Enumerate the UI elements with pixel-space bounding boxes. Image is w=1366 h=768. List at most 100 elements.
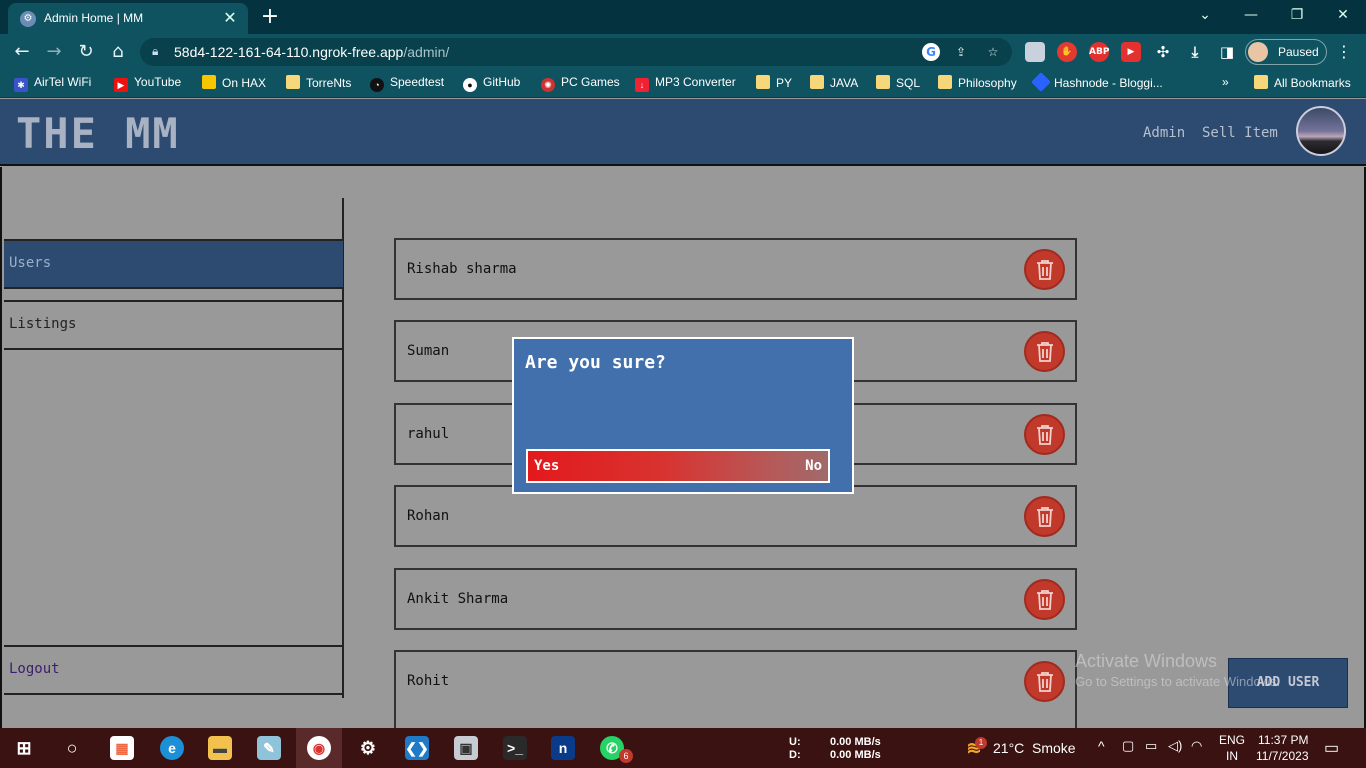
delete-user-button[interactable] (1024, 579, 1065, 620)
trash-icon (1037, 260, 1053, 280)
folder-icon (938, 75, 952, 89)
home-icon[interactable]: ⌂ (106, 40, 130, 64)
minimize-icon[interactable]: — (1228, 0, 1274, 30)
weather-desc: Smoke (1032, 740, 1076, 756)
tab-search-icon[interactable]: ⌄ (1182, 0, 1228, 30)
sidebar-item-logout[interactable]: Logout (4, 645, 343, 695)
folder-icon (876, 75, 890, 89)
trash-icon (1037, 342, 1053, 362)
notifications-icon[interactable]: ▭ (1324, 738, 1339, 758)
abp-icon[interactable]: ABP (1089, 42, 1109, 62)
adblock-icon[interactable]: ✋ (1057, 42, 1077, 62)
profile-button[interactable]: Paused (1245, 39, 1327, 65)
video-downloader-icon[interactable]: ▶ (1121, 42, 1141, 62)
sidebar-item-listings[interactable]: Listings (4, 300, 343, 350)
edge-icon[interactable]: e (160, 736, 184, 760)
new-tab-button[interactable]: + (258, 5, 282, 29)
nav-sell-item-link[interactable]: Sell Item (1202, 125, 1278, 141)
back-icon[interactable]: ← (10, 40, 34, 64)
bookmark-airtel[interactable]: ✱ AirTel WiFi (14, 75, 91, 93)
file-explorer-icon[interactable]: ▬ (208, 736, 232, 760)
url-text: 58d4-122-161-64-110.ngrok-free.app/admin… (174, 44, 450, 60)
browser-menu-icon[interactable]: ⋮ (1336, 42, 1352, 61)
chrome-icon[interactable]: ◉ (307, 736, 331, 760)
confirm-no-button[interactable]: No (805, 458, 822, 474)
windows-taskbar: ⊞ ○ ▦ e ▬ ✎ ◉ ⚙ ❮❯ ▣ >_ n ✆ 6 U: D: 0.00… (0, 728, 1366, 768)
bookmark-pc-games[interactable]: ✺ PC Games (541, 75, 620, 93)
browser-tab-active[interactable]: ⚙ Admin Home | MM ✕ (8, 3, 248, 34)
notes-app-icon[interactable]: ✎ (257, 736, 281, 760)
bookmark-all-bookmarks[interactable]: All Bookmarks (1254, 75, 1351, 93)
delete-user-button[interactable] (1024, 414, 1065, 455)
windows-start-icon[interactable]: ⊞ (12, 736, 36, 760)
tray-device-icon[interactable]: ▢ (1122, 738, 1134, 754)
confirm-yes-button[interactable]: Yes (534, 458, 559, 474)
bookmark-onhax[interactable]: On HAX (202, 75, 266, 93)
user-name: Rohit (407, 673, 450, 689)
delete-user-button[interactable] (1024, 661, 1065, 702)
site-favicon-icon: ⚙ (20, 11, 36, 27)
bookmark-youtube[interactable]: ▶ YouTube (114, 75, 181, 93)
user-avatar[interactable] (1296, 106, 1346, 156)
bookmark-torrents[interactable]: TorreNts (286, 75, 351, 93)
reload-icon[interactable]: ↻ (74, 40, 98, 64)
site-logo[interactable]: THE MM (16, 109, 180, 158)
tray-chevron-up-icon[interactable]: ^ (1098, 738, 1105, 754)
tab-close-icon[interactable]: ✕ (220, 8, 240, 28)
settings-gear-icon[interactable]: ⚙ (356, 736, 380, 760)
bookmark-java[interactable]: JAVA (810, 75, 858, 93)
sidebar-item-users[interactable]: Users (4, 239, 343, 289)
nordpass-icon[interactable]: n (551, 736, 575, 760)
user-name: Rohan (407, 508, 450, 524)
weather-temp: 21°C (993, 740, 1025, 756)
wifi-icon[interactable]: ◠ (1191, 738, 1202, 754)
hashnode-icon (1031, 72, 1051, 92)
download-icon[interactable]: ⤓ (1185, 42, 1205, 62)
bookmarks-overflow-icon[interactable]: » (1222, 75, 1229, 93)
bookmark-mp3-converter[interactable]: ↓ MP3 Converter (635, 75, 736, 93)
bookmark-py[interactable]: PY (756, 75, 792, 93)
delete-user-button[interactable] (1024, 331, 1065, 372)
site-header: THE MM Admin Sell Item (0, 99, 1366, 166)
language-code[interactable]: ENG (1219, 733, 1245, 747)
share-icon[interactable]: ⇪ (952, 43, 970, 61)
sidebar-item-label: Logout (9, 661, 60, 677)
browser-tab-strip: ⚙ Admin Home | MM ✕ + ⌄ — ❐ ✕ (0, 0, 1366, 34)
side-panel-icon[interactable]: ◨ (1217, 42, 1237, 62)
restore-icon[interactable]: ❐ (1274, 0, 1320, 30)
delete-user-button[interactable] (1024, 496, 1065, 537)
user-name: Ankit Sharma (407, 591, 509, 607)
mp3-converter-icon: ↓ (635, 78, 649, 92)
youtube-icon: ▶ (114, 78, 128, 92)
confirm-dialog: Are you sure? Yes No (512, 337, 854, 494)
extension-icon[interactable] (1025, 42, 1045, 62)
volume-icon[interactable]: ◁) (1168, 738, 1182, 754)
search-circle-icon[interactable]: ○ (60, 736, 84, 760)
window-close-icon[interactable]: ✕ (1320, 0, 1366, 30)
watermark-title: Activate Windows (1075, 651, 1218, 671)
bookmark-philosophy[interactable]: Philosophy (938, 75, 1017, 93)
address-bar[interactable]: 🔒︎ 58d4-122-161-64-110.ngrok-free.app/ad… (140, 38, 1012, 66)
extensions-puzzle-icon[interactable]: ✣ (1153, 42, 1173, 62)
google-lens-icon[interactable]: G (922, 43, 940, 61)
user-row: Rohan (394, 485, 1077, 547)
bookmark-speedtest[interactable]: ◔ Speedtest (370, 75, 444, 93)
ms-store-icon[interactable]: ▦ (110, 736, 134, 760)
terminal-icon[interactable]: >_ (503, 736, 527, 760)
bookmark-star-icon[interactable]: ☆ (984, 43, 1002, 61)
airtel-icon: ✱ (14, 78, 28, 92)
clock-time[interactable]: 11:37 PM (1258, 733, 1308, 747)
delete-user-button[interactable] (1024, 249, 1065, 290)
bookmark-github[interactable]: ● GitHub (463, 75, 520, 93)
forward-icon[interactable]: → (42, 40, 66, 64)
trash-icon (1037, 507, 1053, 527)
battery-icon[interactable]: ▭ (1145, 738, 1157, 754)
user-row: Rishab sharma (394, 238, 1077, 300)
photo-viewer-icon[interactable]: ▣ (454, 736, 478, 760)
vscode-icon[interactable]: ❮❯ (405, 736, 429, 760)
bookmark-sql[interactable]: SQL (876, 75, 920, 93)
bookmarks-bar: ✱ AirTel WiFi ▶ YouTube On HAX TorreNts ◔ S… (0, 70, 1366, 98)
bookmark-hashnode[interactable]: Hashnode - Bloggi... (1031, 72, 1163, 93)
nav-admin-link[interactable]: Admin (1143, 125, 1185, 141)
net-down-speed: 0.00 MB/s (830, 749, 881, 761)
